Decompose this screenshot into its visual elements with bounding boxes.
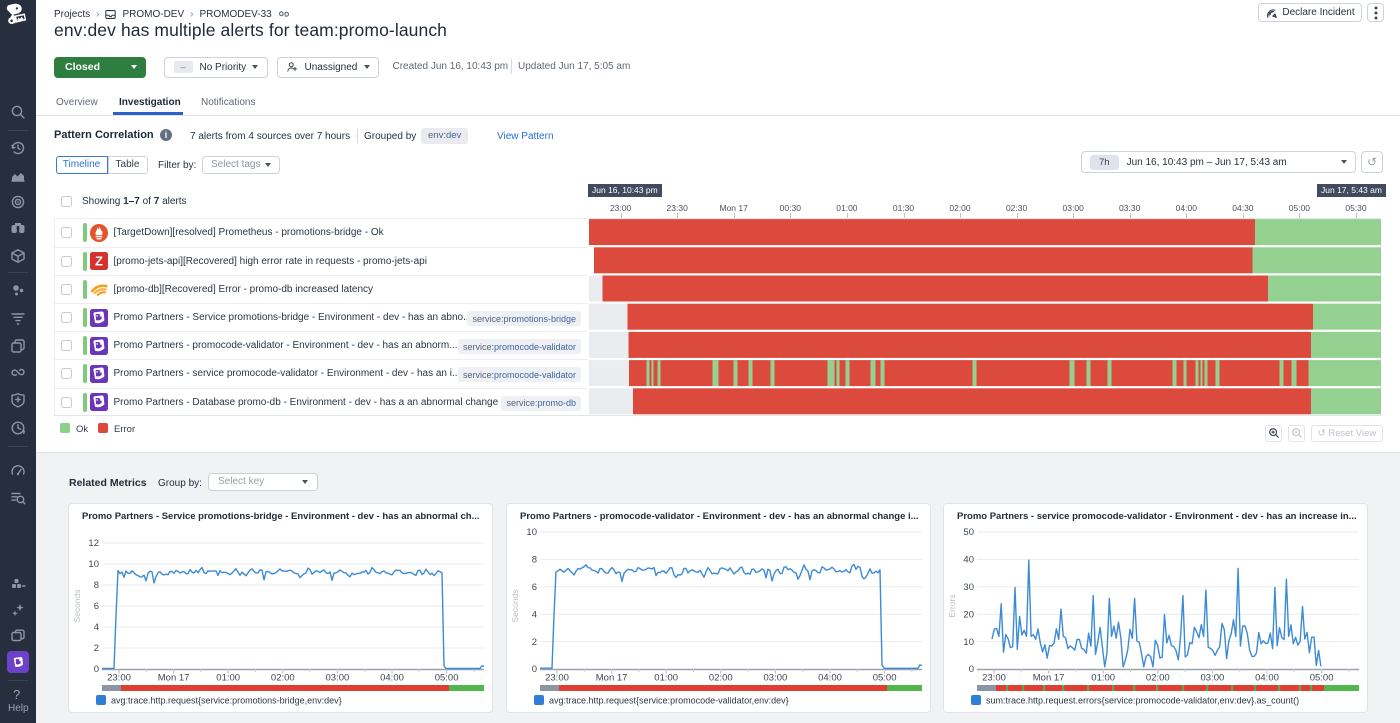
- svg-text:50: 50: [963, 527, 974, 538]
- svg-text:4: 4: [94, 622, 99, 633]
- svg-text:04:00: 04:00: [818, 673, 842, 684]
- svg-text:0: 0: [532, 664, 537, 675]
- svg-text:04:00: 04:00: [380, 673, 404, 684]
- svg-text:avg:trace.http.request{service: avg:trace.http.request{service:promocode…: [549, 696, 789, 706]
- svg-text:0: 0: [969, 664, 974, 675]
- svg-text:Mon 17: Mon 17: [1033, 673, 1065, 684]
- svg-text:01:00: 01:00: [216, 673, 240, 684]
- svg-text:Errors: Errors: [947, 594, 957, 617]
- svg-text:03:00: 03:00: [764, 673, 788, 684]
- svg-text:sum:trace.http.request.errors{: sum:trace.http.request.errors{service:pr…: [986, 696, 1299, 706]
- svg-text:01:00: 01:00: [654, 673, 678, 684]
- svg-text:avg:trace.http.request{service: avg:trace.http.request{service:promotion…: [111, 696, 342, 706]
- svg-text:23:00: 23:00: [545, 673, 569, 684]
- svg-text:05:00: 05:00: [1310, 673, 1334, 684]
- svg-text:8: 8: [94, 580, 99, 591]
- svg-text:30: 30: [963, 582, 974, 593]
- svg-text:40: 40: [963, 555, 974, 566]
- svg-text:2: 2: [94, 643, 99, 654]
- svg-text:05:00: 05:00: [435, 673, 459, 684]
- svg-text:6: 6: [94, 601, 99, 612]
- svg-text:Seconds: Seconds: [510, 589, 520, 622]
- svg-text:23:00: 23:00: [982, 673, 1006, 684]
- svg-text:0: 0: [94, 664, 99, 675]
- svg-text:4: 4: [532, 609, 537, 620]
- svg-text:10: 10: [526, 527, 537, 538]
- svg-text:23:00: 23:00: [107, 673, 131, 684]
- svg-text:03:00: 03:00: [1201, 673, 1225, 684]
- svg-text:02:00: 02:00: [709, 673, 733, 684]
- svg-text:04:00: 04:00: [1255, 673, 1279, 684]
- svg-text:20: 20: [963, 609, 974, 620]
- svg-text:10: 10: [88, 559, 99, 570]
- svg-text:02:00: 02:00: [271, 673, 295, 684]
- svg-text:Z: Z: [95, 254, 103, 269]
- svg-text:12: 12: [88, 538, 99, 549]
- svg-text:8: 8: [532, 555, 537, 566]
- svg-text:03:00: 03:00: [326, 673, 350, 684]
- svg-text:6: 6: [532, 582, 537, 593]
- svg-text:10: 10: [963, 637, 974, 648]
- svg-text:02:00: 02:00: [1146, 673, 1170, 684]
- svg-text:Mon 17: Mon 17: [596, 673, 628, 684]
- svg-text:Seconds: Seconds: [72, 589, 82, 622]
- svg-text:05:00: 05:00: [873, 673, 897, 684]
- svg-text:01:00: 01:00: [1091, 673, 1115, 684]
- svg-text:2: 2: [532, 637, 537, 648]
- svg-text:Mon 17: Mon 17: [158, 673, 190, 684]
